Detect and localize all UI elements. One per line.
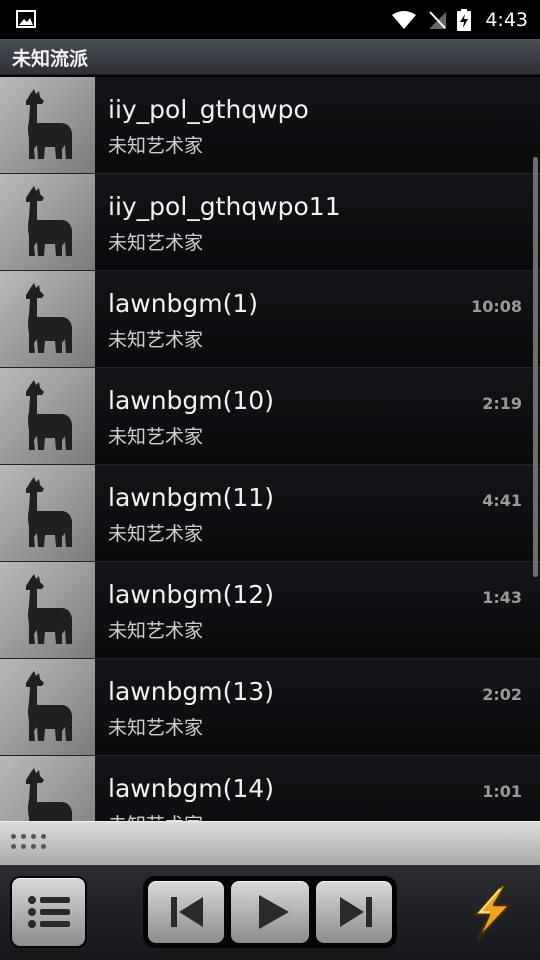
playlist-button[interactable]: [10, 876, 87, 948]
track-title: lawnbgm(11): [108, 483, 274, 512]
album-art: [0, 77, 95, 173]
list-item[interactable]: lawnbgm(1) 未知艺术家 10:08: [0, 271, 540, 368]
llama-icon: [26, 186, 72, 256]
list-item[interactable]: lawnbgm(14) 未知艺术家 1:01: [0, 756, 540, 821]
list-item[interactable]: iiy_pol_gthqwpo11 未知艺术家: [0, 174, 540, 271]
track-artist: 未知艺术家: [108, 426, 204, 448]
track-duration: 1:01: [482, 782, 522, 801]
track-duration: 2:02: [482, 685, 522, 704]
page-title: 未知流派: [12, 48, 89, 70]
list-item[interactable]: lawnbgm(11) 未知艺术家 4:41: [0, 465, 540, 562]
track-title: lawnbgm(14): [108, 774, 274, 803]
list-item[interactable]: lawnbgm(10) 未知艺术家 2:19: [0, 368, 540, 465]
llama-icon: [26, 89, 72, 159]
album-art: [0, 465, 95, 561]
album-art: [0, 174, 95, 270]
track-title: lawnbgm(13): [108, 677, 274, 706]
track-artist: 未知艺术家: [108, 620, 204, 642]
list-scrollbar[interactable]: [533, 157, 538, 577]
llama-icon: [26, 768, 72, 821]
track-artist: 未知艺术家: [108, 135, 204, 157]
grip-dots-icon: [11, 834, 55, 854]
track-duration: 10:08: [471, 297, 522, 316]
track-title: lawnbgm(1): [108, 289, 259, 318]
next-icon: [340, 897, 372, 927]
track-artist: 未知艺术家: [108, 232, 204, 254]
track-artist: 未知艺术家: [108, 717, 204, 739]
track-duration: 2:19: [482, 394, 522, 413]
power-mode-button[interactable]: [462, 883, 520, 945]
track-title: lawnbgm(12): [108, 580, 274, 609]
list-icon: [28, 896, 70, 928]
album-art: [0, 659, 95, 755]
play-icon: [259, 895, 289, 929]
llama-icon: [26, 477, 72, 547]
track-artist: 未知艺术家: [108, 523, 204, 545]
lightning-bolt-icon: [472, 883, 512, 941]
drawer-handle[interactable]: [0, 821, 540, 865]
status-time: 4:43: [485, 8, 528, 31]
play-button[interactable]: [229, 879, 311, 945]
track-duration: 4:41: [482, 491, 522, 510]
album-art: [0, 368, 95, 464]
llama-icon: [26, 380, 72, 450]
list-item[interactable]: iiy_pol_gthqwpo 未知艺术家: [0, 77, 540, 174]
no-signal-icon: [429, 10, 447, 29]
track-artist: 未知艺术家: [108, 810, 203, 821]
wifi-icon: [392, 10, 417, 29]
battery-charging-icon: [457, 8, 472, 31]
track-title: iiy_pol_gthqwpo11: [108, 192, 341, 221]
previous-icon: [171, 897, 203, 927]
llama-icon: [26, 283, 72, 353]
album-art: [0, 562, 95, 658]
list-item[interactable]: lawnbgm(13) 未知艺术家 2:02: [0, 659, 540, 756]
player-controls: [0, 865, 540, 960]
track-duration: 1:43: [482, 588, 522, 607]
llama-icon: [26, 671, 72, 741]
image-notification-icon: [16, 10, 36, 28]
genre-header: 未知流派: [0, 39, 540, 75]
track-title: iiy_pol_gthqwpo: [108, 95, 309, 124]
transport-group: [143, 876, 397, 948]
list-item[interactable]: lawnbgm(12) 未知艺术家 1:43: [0, 562, 540, 659]
track-title: lawnbgm(10): [108, 386, 274, 415]
track-artist: 未知艺术家: [108, 329, 204, 351]
status-bar: 4:43: [0, 0, 540, 39]
previous-button[interactable]: [146, 879, 226, 945]
album-art: [0, 271, 95, 367]
next-button[interactable]: [314, 879, 394, 945]
track-list[interactable]: iiy_pol_gthqwpo 未知艺术家 iiy_pol_gthqwpo11 …: [0, 77, 540, 821]
llama-icon: [26, 574, 72, 644]
album-art: [0, 756, 95, 821]
